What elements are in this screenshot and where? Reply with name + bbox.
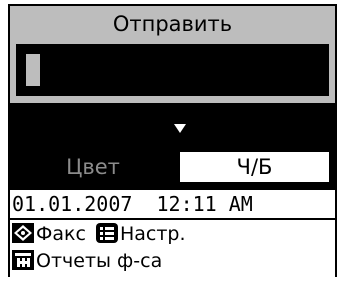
fax-number-input[interactable] <box>16 44 329 96</box>
divider <box>10 218 335 220</box>
start-diamond-icon <box>12 223 34 243</box>
screen-title: Отправить <box>112 12 233 36</box>
reports-icon <box>12 250 34 270</box>
date-time-display: 01.01.2007 12:11 AM <box>12 192 253 216</box>
text-cursor <box>26 54 40 86</box>
mode-option-color[interactable]: Цвет <box>10 152 176 182</box>
mode-option-bw[interactable]: Ч/Б <box>180 152 329 182</box>
send-panel: Отправить <box>10 6 335 103</box>
settings-label[interactable]: Настр. <box>120 223 186 245</box>
menu-line-fax-settings: Факс Настр. <box>12 221 186 247</box>
reports-label[interactable]: Отчеты ф-са <box>36 250 162 272</box>
status-area: 01.01.2007 12:11 AM Факс Настр. Отчеты ф… <box>10 190 335 277</box>
menu-line-reports: Отчеты ф-са <box>12 248 162 274</box>
scroll-indicator <box>8 104 337 146</box>
color-mode-selector[interactable]: Цвет Ч/Б <box>10 146 335 188</box>
menu-list-icon <box>95 223 118 243</box>
fax-label[interactable]: Факс <box>36 223 86 245</box>
lcd-screen: Отправить Цвет Ч/Б 01.01.2007 12:11 AM Ф… <box>8 4 337 277</box>
arrow-down-icon <box>174 124 186 133</box>
